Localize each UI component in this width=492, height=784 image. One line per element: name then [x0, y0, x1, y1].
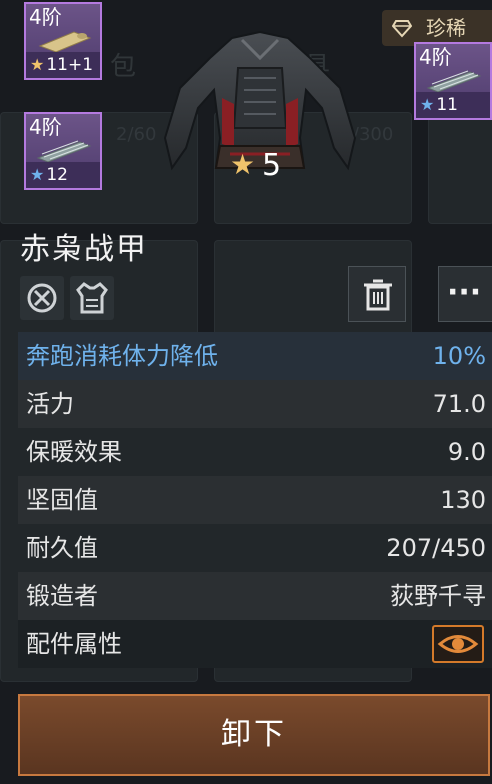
stat-value: 71.0 [432, 390, 486, 418]
stat-value: 130 [440, 486, 486, 514]
star-icon: ★ [30, 55, 45, 74]
unequip-button[interactable]: 卸下 [18, 694, 490, 776]
part-level: 11+1 [46, 55, 94, 75]
part-slot-3[interactable]: 4阶 ★ 11 [414, 42, 492, 120]
stat-label: 耐久值 [26, 534, 98, 562]
stat-row: 坚固值 130 [18, 476, 492, 524]
trash-icon [364, 279, 392, 311]
part-level: 11 [436, 95, 458, 115]
stat-label: 坚固值 [26, 486, 98, 514]
stat-value: 9.0 [447, 438, 486, 466]
part-level-bar: ★ 11 [416, 92, 490, 118]
stat-row: 耐久值 207/450 [18, 524, 492, 572]
part-tier: 4阶 [29, 115, 62, 139]
part-level: 12 [46, 165, 68, 185]
mesh-fabric-icon [36, 140, 92, 163]
star-icon: ★ [420, 95, 435, 114]
stat-label: 奔跑消耗体力降低 [26, 342, 218, 370]
stat-row: 保暖效果 9.0 [18, 428, 492, 476]
no-repair-badge [20, 276, 64, 320]
part-slot-1[interactable]: 4阶 ★ 11+1 [24, 2, 102, 80]
stat-label: 锻造者 [26, 582, 98, 610]
stat-row: 锻造者 荻野千寻 [18, 572, 492, 620]
fabric-roll-icon [38, 31, 92, 53]
part-tier: 4阶 [419, 45, 452, 69]
parts-attributes-label: 配件属性 [26, 630, 122, 658]
item-name: 赤枭战甲 [20, 232, 148, 267]
part-slot-2[interactable]: 4阶 ★ 12 [24, 112, 102, 190]
view-parts-button[interactable] [432, 625, 484, 663]
diamond-icon [392, 20, 412, 38]
star-icon: ★ [230, 148, 256, 181]
stat-row-highlight: 奔跑消耗体力降低 10% [18, 332, 492, 380]
stat-row: 活力 71.0 [18, 380, 492, 428]
stat-value: 207/450 [386, 534, 486, 562]
stat-label: 保暖效果 [26, 438, 122, 466]
stats-panel: 奔跑消耗体力降低 10% 活力 71.0 保暖效果 9.0 坚固值 130 耐久… [18, 332, 492, 668]
parts-attributes-row: 配件属性 [18, 620, 492, 668]
star-icon: ★ [30, 165, 45, 184]
no-repair-icon [27, 283, 57, 313]
stat-label: 活力 [26, 390, 74, 418]
part-tier: 4阶 [29, 5, 62, 29]
stat-value: 10% [432, 342, 486, 370]
stat-value: 荻野千寻 [390, 582, 486, 610]
more-button[interactable]: ··· [438, 266, 492, 322]
part-level-bar: ★ 11+1 [26, 52, 100, 78]
armor-type-badge [70, 276, 114, 320]
rarity-tag: 珍稀 [382, 10, 492, 46]
eye-icon [437, 635, 479, 653]
part-level-bar: ★ 12 [26, 162, 100, 188]
more-icon: ··· [447, 275, 482, 310]
item-star-level: 5 [262, 148, 282, 183]
armor-image [163, 30, 357, 171]
armor-vest-icon [76, 282, 108, 314]
discard-button[interactable] [348, 266, 406, 322]
rarity-label: 珍稀 [426, 16, 466, 40]
mesh-fabric-icon [426, 70, 482, 93]
